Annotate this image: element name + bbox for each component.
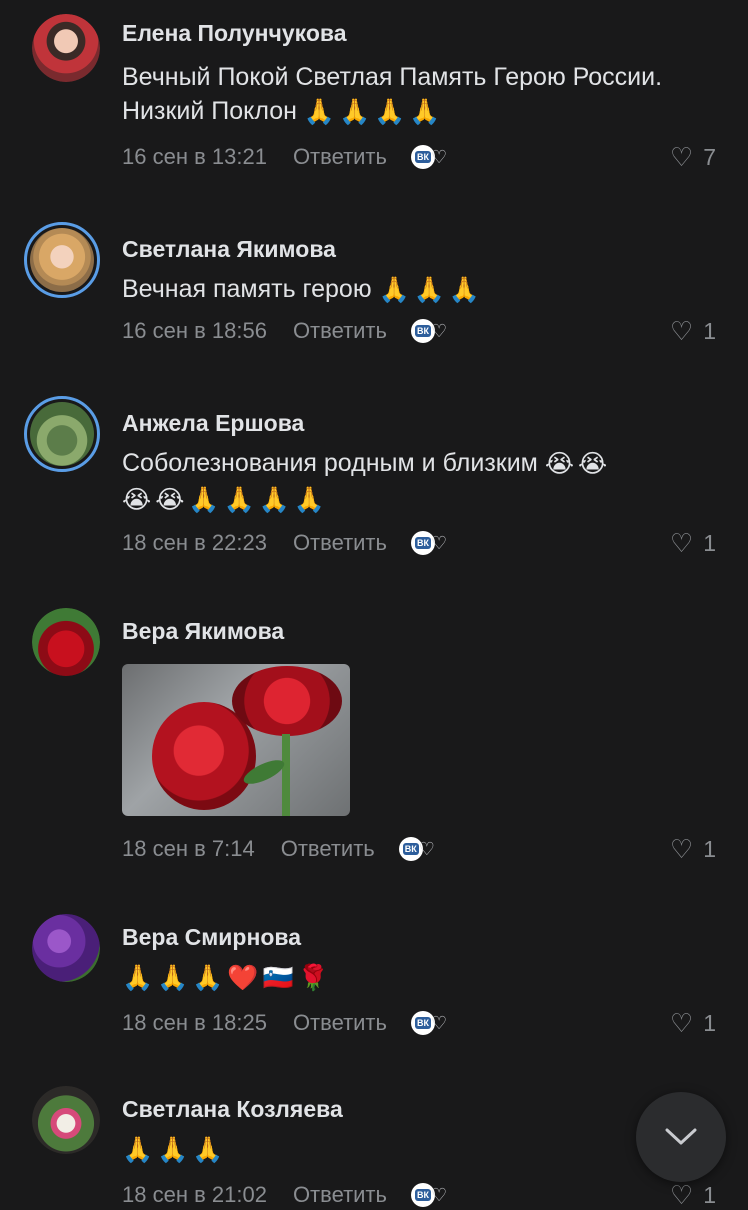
avatar[interactable]	[32, 608, 100, 676]
reaction-icon[interactable]: ВК ♡	[410, 1009, 449, 1037]
avatar[interactable]	[24, 222, 100, 298]
reaction-icon[interactable]: ВК ♡	[398, 835, 437, 863]
comment-text: 🙏🙏🙏❤️🇸🇮🌹	[122, 960, 722, 995]
comment-timestamp: 18 сен в 21:02	[122, 1182, 267, 1207]
attached-photo[interactable]	[122, 664, 350, 816]
author-name[interactable]: Анжела Ершова	[122, 410, 304, 437]
heart-icon: ♡	[669, 1180, 694, 1210]
comment-text-body: Вечная память герою	[122, 275, 372, 303]
avatar[interactable]	[32, 914, 100, 982]
reply-button[interactable]: Ответить	[281, 836, 375, 862]
comment-text: 🙏🙏🙏	[122, 1132, 722, 1167]
comment-emojis: 🙏🙏🙏🙏	[303, 98, 445, 127]
reaction-badge: ВК	[414, 1189, 431, 1201]
comment-emojis: 🙏🙏🙏	[378, 276, 484, 305]
like-count: 1	[703, 317, 716, 344]
like-button[interactable]: ♡ 1	[670, 1180, 716, 1210]
mini-heart-icon: ♡	[430, 321, 448, 341]
reaction-badge: ВК	[414, 537, 431, 549]
heart-icon: ♡	[669, 142, 694, 172]
reply-button[interactable]: Ответить	[293, 144, 387, 170]
comment-text: Вечная память герою 🙏🙏🙏	[122, 272, 722, 307]
reply-button[interactable]: Ответить	[293, 318, 387, 344]
like-button[interactable]: ♡ 1	[670, 834, 716, 864]
heart-icon: ♡	[669, 834, 694, 864]
comment-emojis: 😭😭🙏🙏🙏🙏	[122, 485, 329, 514]
chevron-down-icon	[665, 1128, 697, 1145]
comment-text: Вечный Покой Светлая Память Герою России…	[122, 60, 722, 129]
heart-icon: ♡	[669, 1008, 694, 1038]
mini-heart-icon: ♡	[430, 147, 448, 167]
comment-meta: 18 сен в 22:23 Ответить ВК ♡	[122, 528, 449, 558]
reply-button[interactable]: Ответить	[293, 1182, 387, 1208]
author-name[interactable]: Светлана Якимова	[122, 236, 336, 263]
like-button[interactable]: ♡ 1	[670, 316, 716, 346]
comment-timestamp: 18 сен в 7:14	[122, 836, 255, 861]
like-count: 1	[703, 529, 716, 556]
comment-timestamp: 16 сен в 18:56	[122, 318, 267, 343]
avatar[interactable]	[24, 396, 100, 472]
comment-timestamp: 18 сен в 22:23	[122, 530, 267, 555]
reaction-icon[interactable]: ВК ♡	[410, 317, 449, 345]
comment-meta: 18 сен в 21:02 Ответить ВК ♡	[122, 1180, 449, 1210]
like-count: 1	[703, 1181, 716, 1208]
author-name[interactable]: Вера Смирнова	[122, 924, 301, 951]
like-button[interactable]: ♡ 7	[670, 142, 716, 172]
mini-heart-icon: ♡	[418, 839, 435, 859]
mini-heart-icon: ♡	[430, 533, 448, 553]
reaction-badge: ВК	[414, 1017, 431, 1029]
comment-meta: 16 сен в 13:21 Ответить ВК ♡	[122, 142, 449, 172]
reaction-icon[interactable]: ВК ♡	[410, 143, 449, 171]
mini-heart-icon: ♡	[430, 1013, 448, 1033]
heart-icon: ♡	[669, 528, 694, 558]
heart-icon: ♡	[669, 316, 694, 346]
comment-emojis: 🙏🙏🙏❤️🇸🇮🌹	[122, 964, 333, 993]
comment-emojis: 😭😭	[544, 450, 612, 479]
like-count: 7	[703, 143, 716, 170]
like-button[interactable]: ♡ 1	[670, 1008, 716, 1038]
comment-meta: 18 сен в 7:14 Ответить ВК ♡	[122, 834, 437, 864]
reaction-badge: ВК	[414, 325, 431, 337]
author-name[interactable]: Светлана Козляева	[122, 1096, 343, 1123]
comment-timestamp: 16 сен в 13:21	[122, 144, 267, 169]
mini-heart-icon: ♡	[430, 1185, 448, 1205]
comment-emojis: 🙏🙏🙏	[122, 1136, 228, 1165]
comment-text-body: Соболезнования родным и близким	[122, 449, 538, 477]
reaction-badge: ВК	[402, 843, 419, 855]
reaction-icon[interactable]: ВК ♡	[410, 1181, 449, 1209]
avatar[interactable]	[32, 14, 100, 82]
like-count: 1	[703, 835, 716, 862]
avatar[interactable]	[32, 1086, 100, 1154]
author-name[interactable]: Вера Якимова	[122, 618, 284, 645]
reply-button[interactable]: Ответить	[293, 530, 387, 556]
comment-timestamp: 18 сен в 18:25	[122, 1010, 267, 1035]
reaction-icon[interactable]: ВК ♡	[410, 529, 449, 557]
like-count: 1	[703, 1009, 716, 1036]
like-button[interactable]: ♡ 1	[670, 528, 716, 558]
reaction-badge: ВК	[414, 151, 431, 163]
reply-button[interactable]: Ответить	[293, 1010, 387, 1036]
scroll-down-button[interactable]	[636, 1092, 726, 1182]
comment-meta: 18 сен в 18:25 Ответить ВК ♡	[122, 1008, 449, 1038]
author-name[interactable]: Елена Полунчукова	[122, 20, 347, 47]
comment-meta: 16 сен в 18:56 Ответить ВК ♡	[122, 316, 449, 346]
comment-text: Соболезнования родным и близким 😭😭 😭😭🙏🙏🙏…	[122, 446, 722, 517]
